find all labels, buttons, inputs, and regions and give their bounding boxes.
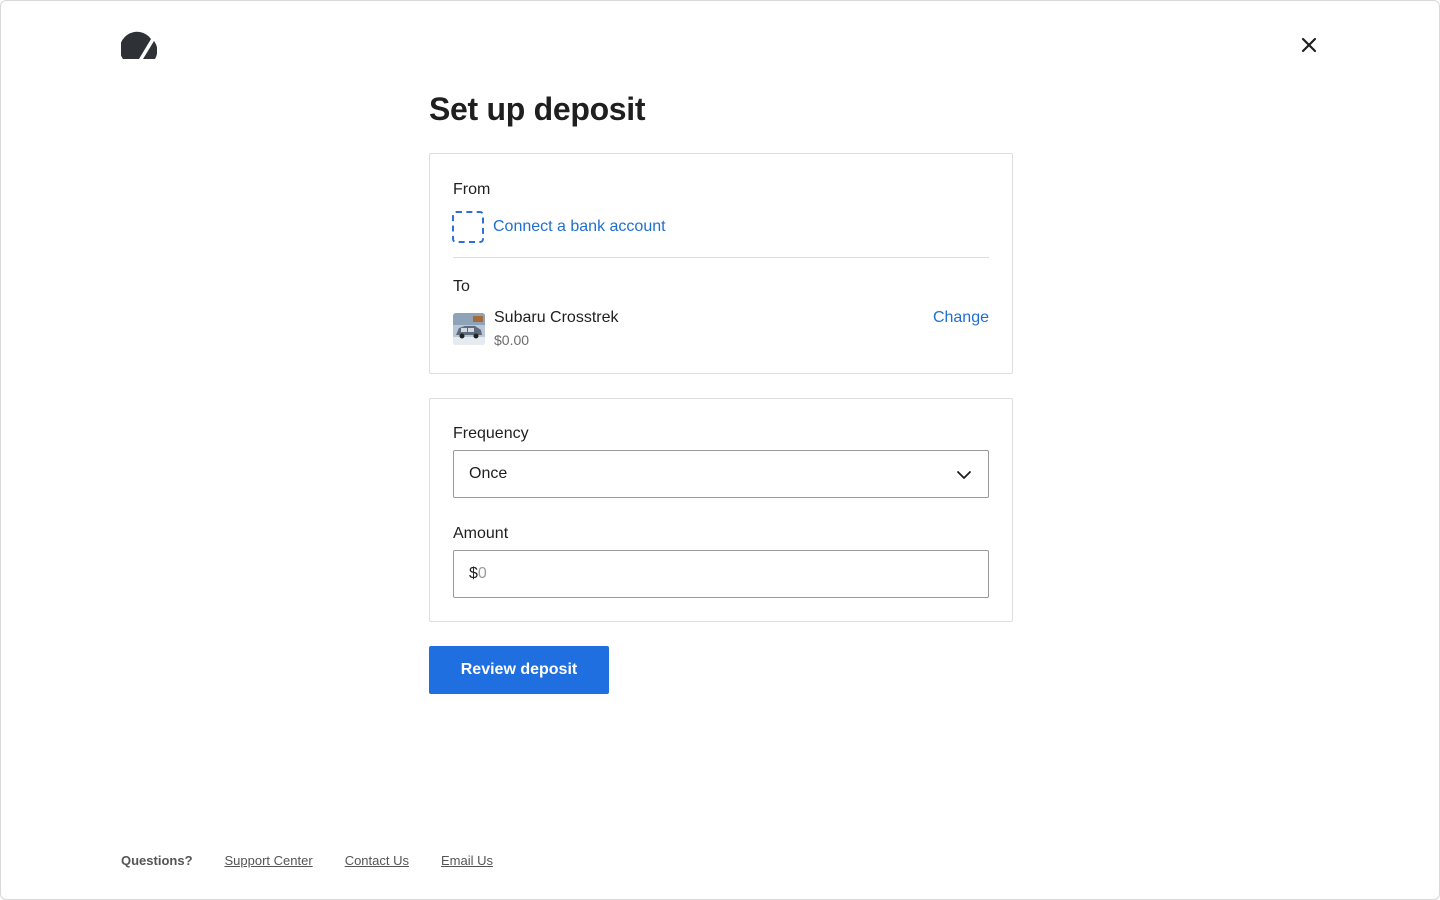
deposit-details-card: Frequency Once Amount $ 0 xyxy=(429,398,1013,622)
change-account-link[interactable]: Change xyxy=(933,309,989,327)
divider xyxy=(453,257,989,258)
account-name: Subaru Crosstrek xyxy=(494,309,619,326)
chevron-down-icon xyxy=(957,471,971,479)
page-title: Set up deposit xyxy=(429,91,646,127)
currency-symbol: $ xyxy=(469,565,478,582)
amount-input[interactable]: $ 0 xyxy=(453,550,989,598)
dashed-square-icon xyxy=(452,211,484,243)
close-icon xyxy=(1301,37,1317,53)
modal-window: Set up deposit From Connect a bank accou… xyxy=(0,0,1440,900)
amount-placeholder: 0 xyxy=(477,565,487,582)
support-center-link[interactable]: Support Center xyxy=(225,853,313,868)
frequency-value: Once xyxy=(469,465,508,482)
connect-bank-account-button[interactable]: Connect a bank account xyxy=(452,211,666,243)
review-deposit-button[interactable]: Review deposit xyxy=(429,646,609,694)
from-label: From xyxy=(453,181,491,198)
frequency-select[interactable]: Once xyxy=(453,450,989,498)
connect-bank-account-label: Connect a bank account xyxy=(493,218,666,235)
car-thumbnail xyxy=(453,313,485,345)
frequency-label: Frequency xyxy=(453,425,529,442)
to-label: To xyxy=(453,278,470,295)
contact-us-link[interactable]: Contact Us xyxy=(345,853,409,868)
questions-label: Questions? xyxy=(121,853,193,868)
transfer-card: From Connect a bank account To Subaru Cr… xyxy=(429,153,1013,374)
email-us-link[interactable]: Email Us xyxy=(441,853,493,868)
brand-logo-icon xyxy=(119,29,158,59)
account-balance: $0.00 xyxy=(494,332,530,348)
footer: Questions? Support Center Contact Us Ema… xyxy=(121,853,525,868)
amount-label: Amount xyxy=(453,525,509,542)
close-button[interactable] xyxy=(1297,33,1321,57)
